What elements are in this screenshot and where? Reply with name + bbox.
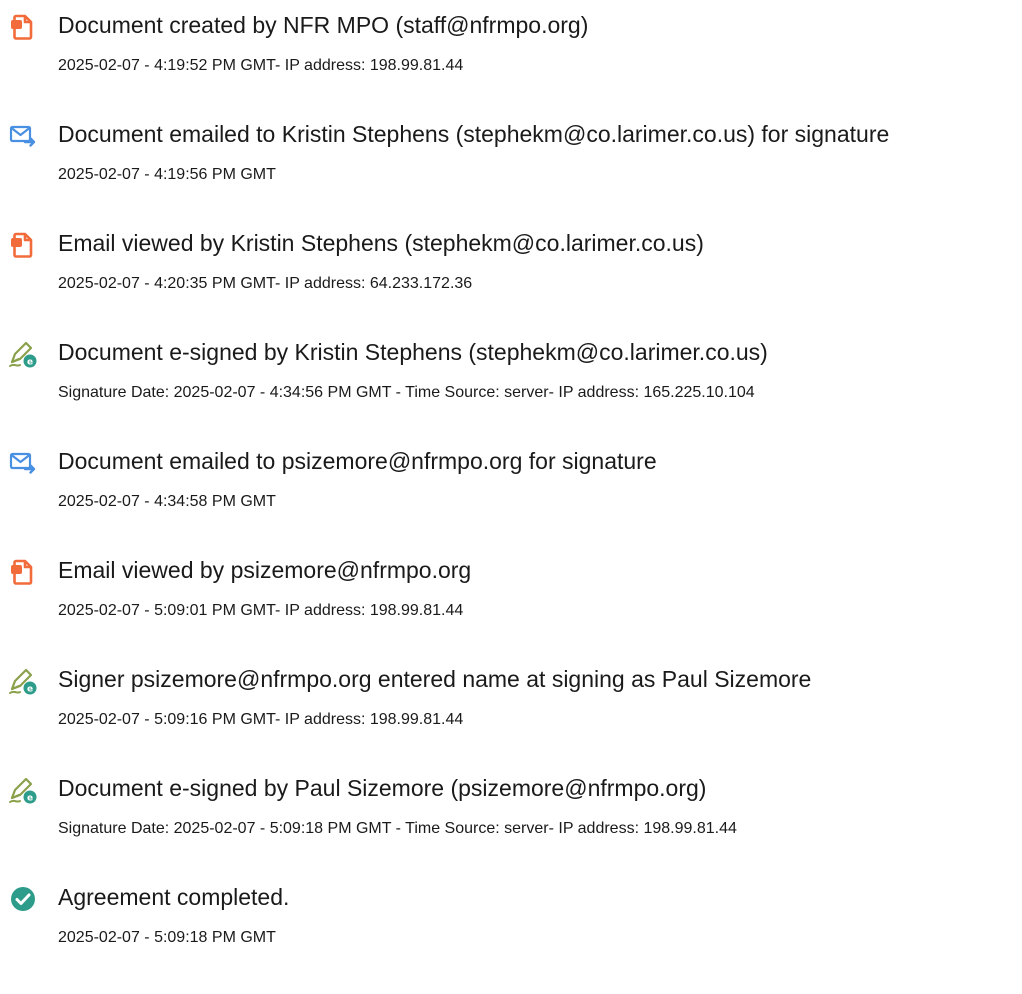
audit-event: e Document e-signed by Paul Sizemore (ps…	[0, 763, 1022, 853]
audit-event: Agreement completed. 2025-02-07 - 5:09:1…	[0, 872, 1022, 962]
audit-event: Email viewed by psizemore@nfrmpo.org 202…	[0, 545, 1022, 635]
document-icon	[8, 12, 38, 42]
checkmark-circle-icon	[8, 884, 38, 914]
audit-event: Document created by NFR MPO (staff@nfrmp…	[0, 0, 1022, 90]
event-title: Document emailed to psizemore@nfrmpo.org…	[58, 448, 657, 474]
audit-event: e Document e-signed by Kristin Stephens …	[0, 327, 1022, 417]
event-detail: 2025-02-07 - 5:09:18 PM GMT	[58, 929, 276, 946]
event-detail: 2025-02-07 - 4:19:52 PM GMT- IP address:…	[58, 57, 464, 74]
audit-event: Document emailed to Kristin Stephens (st…	[0, 109, 1022, 199]
svg-text:e: e	[27, 685, 33, 695]
event-title: Signer psizemore@nfrmpo.org entered name…	[58, 666, 812, 692]
event-title: Document e-signed by Paul Sizemore (psiz…	[58, 775, 707, 801]
event-detail: 2025-02-07 - 5:09:01 PM GMT- IP address:…	[58, 602, 464, 619]
audit-event: Email viewed by Kristin Stephens (stephe…	[0, 218, 1022, 308]
event-title: Document e-signed by Kristin Stephens (s…	[58, 339, 768, 365]
event-title: Email viewed by Kristin Stephens (stephe…	[58, 230, 704, 256]
document-icon	[8, 230, 38, 260]
event-detail: Signature Date: 2025-02-07 - 5:09:18 PM …	[58, 820, 737, 837]
esign-pen-icon: e	[8, 666, 38, 696]
event-title: Document created by NFR MPO (staff@nfrmp…	[58, 12, 589, 38]
event-title: Agreement completed.	[58, 884, 290, 910]
event-title: Document emailed to Kristin Stephens (st…	[58, 121, 890, 147]
email-sent-icon	[8, 448, 38, 478]
audit-event: Document emailed to psizemore@nfrmpo.org…	[0, 436, 1022, 526]
svg-text:e: e	[27, 794, 33, 804]
event-title: Email viewed by psizemore@nfrmpo.org	[58, 557, 472, 583]
audit-event: e Signer psizemore@nfrmpo.org entered na…	[0, 654, 1022, 744]
svg-text:e: e	[27, 358, 33, 368]
event-detail: 2025-02-07 - 5:09:16 PM GMT- IP address:…	[58, 711, 464, 728]
esign-pen-icon: e	[8, 339, 38, 369]
event-detail: Signature Date: 2025-02-07 - 4:34:56 PM …	[58, 384, 755, 401]
event-detail: 2025-02-07 - 4:20:35 PM GMT- IP address:…	[58, 275, 473, 292]
event-detail: 2025-02-07 - 4:34:58 PM GMT	[58, 493, 276, 510]
event-detail: 2025-02-07 - 4:19:56 PM GMT	[58, 166, 276, 183]
esign-pen-icon: e	[8, 775, 38, 805]
email-sent-icon	[8, 121, 38, 151]
document-icon	[8, 557, 38, 587]
